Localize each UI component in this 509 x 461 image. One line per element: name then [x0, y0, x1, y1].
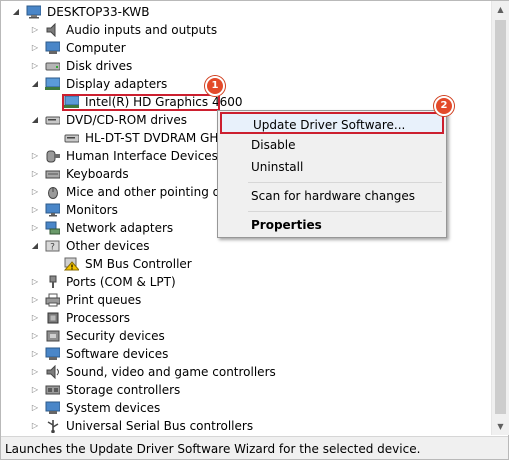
- step-badge-1: 1: [205, 76, 225, 96]
- storage-controller-icon: [45, 385, 60, 395]
- menu-item-update-driver[interactable]: Update Driver Software...: [220, 112, 444, 134]
- expand-arrow-icon[interactable]: ▷: [30, 381, 40, 399]
- hid-icon: [46, 150, 60, 163]
- tree-item-label: Network adapters: [66, 221, 174, 235]
- tree-item-label: Print queues: [66, 293, 142, 307]
- device-manager-window: ◢ DESKTOP33-KWB ▷ Audio inputs and outpu…: [0, 0, 509, 460]
- usb-icon: [47, 420, 59, 433]
- tree-item-label: Audio inputs and outputs: [66, 23, 218, 37]
- network-adapter-icon: [45, 221, 60, 235]
- expand-arrow-icon[interactable]: ▷: [30, 309, 40, 327]
- keyboard-icon: [45, 170, 60, 179]
- expand-arrow-icon[interactable]: ▷: [30, 219, 40, 237]
- menu-separator: [248, 182, 442, 183]
- expand-arrow-icon[interactable]: ▷: [30, 291, 40, 309]
- menu-separator: [248, 211, 442, 212]
- computer-icon: [26, 5, 41, 19]
- collapse-arrow-icon[interactable]: ◢: [30, 75, 40, 93]
- speaker-icon: [46, 23, 56, 37]
- tree-item-label: SM Bus Controller: [85, 257, 192, 271]
- tree-item-label: Security devices: [66, 329, 165, 343]
- expand-arrow-icon[interactable]: ▷: [30, 417, 40, 435]
- mouse-icon: [48, 187, 58, 199]
- expand-arrow-icon[interactable]: ▷: [30, 57, 40, 75]
- expand-arrow-icon[interactable]: ▷: [30, 327, 40, 345]
- expand-arrow-icon[interactable]: ▷: [30, 399, 40, 417]
- expand-arrow-icon[interactable]: ▷: [30, 21, 40, 39]
- computer-icon: [45, 41, 60, 54]
- expand-arrow-icon[interactable]: ▷: [30, 273, 40, 291]
- tree-item-label: Human Interface Devices: [66, 149, 218, 163]
- scrollbar-thumb[interactable]: [495, 20, 506, 414]
- selected-item-highlight: [62, 94, 220, 111]
- scroll-up-arrow-icon[interactable]: ▲: [492, 1, 509, 18]
- printer-icon: [45, 293, 60, 307]
- display-adapter-icon: [45, 77, 60, 90]
- port-icon: [49, 275, 57, 288]
- step-badge-2: 2: [434, 96, 454, 116]
- menu-item-uninstall[interactable]: Uninstall: [218, 156, 446, 178]
- security-device-icon: [46, 330, 60, 342]
- dvd-drive-icon: [64, 134, 79, 143]
- expand-arrow-icon[interactable]: ▷: [30, 39, 40, 57]
- expand-arrow-icon[interactable]: ▷: [30, 165, 40, 183]
- dvd-drive-icon: [45, 116, 60, 125]
- collapse-arrow-icon[interactable]: ◢: [11, 3, 21, 21]
- tree-item-label: System devices: [66, 401, 161, 415]
- context-menu: Update Driver Software... Disable Uninst…: [217, 110, 447, 238]
- menu-item-scan-hardware[interactable]: Scan for hardware changes: [218, 185, 446, 207]
- disk-drive-icon: [45, 62, 60, 71]
- tree-item-label: Other devices: [66, 239, 150, 253]
- tree-item-label: Display adapters: [66, 77, 168, 91]
- menu-item-disable[interactable]: Disable: [218, 134, 446, 156]
- tree-item-label: Computer: [66, 41, 126, 55]
- tree-item-label: Ports (COM & LPT): [66, 275, 176, 289]
- expand-arrow-icon[interactable]: ▷: [30, 201, 40, 219]
- monitor-icon: [45, 203, 60, 217]
- scroll-down-arrow-icon[interactable]: ▼: [492, 418, 509, 435]
- other-devices-icon: ?: [45, 240, 60, 253]
- expand-arrow-icon[interactable]: ▷: [30, 363, 40, 381]
- menu-item-properties[interactable]: Properties: [218, 214, 446, 236]
- vertical-scrollbar[interactable]: ▲ ▼: [491, 1, 509, 435]
- tree-item-label: Monitors: [66, 203, 118, 217]
- status-bar: Launches the Update Driver Software Wiza…: [1, 436, 508, 459]
- svg-text:?: ?: [50, 243, 55, 253]
- system-devices-icon: [45, 401, 60, 414]
- tree-item-label: Software devices: [66, 347, 169, 361]
- computer-name-label: DESKTOP33-KWB: [47, 5, 150, 19]
- tree-item-label: DVD/CD-ROM drives: [66, 113, 188, 127]
- expand-arrow-icon[interactable]: ▷: [30, 147, 40, 165]
- tree-item-label: Sound, video and game controllers: [66, 365, 276, 379]
- expand-arrow-icon[interactable]: ▷: [30, 345, 40, 363]
- software-device-icon: [45, 347, 60, 360]
- expand-arrow-icon[interactable]: ▷: [30, 183, 40, 201]
- tree-item-label: Processors: [66, 311, 131, 325]
- processor-icon: [47, 312, 59, 324]
- collapse-arrow-icon[interactable]: ◢: [30, 111, 40, 129]
- tree-item-label: Storage controllers: [66, 383, 181, 397]
- collapse-arrow-icon[interactable]: ◢: [30, 237, 40, 255]
- tree-item-label: Keyboards: [66, 167, 129, 181]
- tree-item-label: Universal Serial Bus controllers: [66, 419, 254, 433]
- tree-item-label: Disk drives: [66, 59, 133, 73]
- warning-device-icon: [64, 257, 79, 271]
- sound-controller-icon: [46, 365, 59, 379]
